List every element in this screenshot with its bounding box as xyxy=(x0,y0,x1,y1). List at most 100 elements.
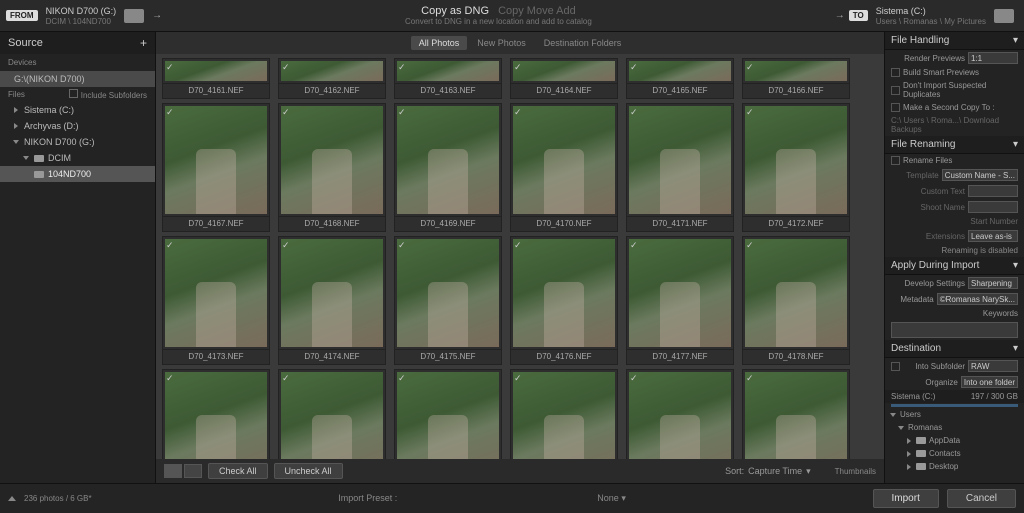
dont-import-duplicates-checkbox[interactable] xyxy=(891,86,900,95)
thumb-checkmark-icon[interactable]: ✓ xyxy=(746,240,754,251)
thumbnail-cell[interactable]: ✓D70_4161.NEF xyxy=(162,58,270,99)
thumbnail-cell[interactable]: ✓D70_4166.NEF xyxy=(742,58,850,99)
thumb-checkmark-icon[interactable]: ✓ xyxy=(166,240,174,251)
thumbnail-grid[interactable]: ✓D70_4161.NEF✓D70_4162.NEF✓D70_4163.NEF✓… xyxy=(156,54,884,459)
into-subfolder-checkbox[interactable] xyxy=(891,362,900,371)
drive-item[interactable]: Archyvas (D:) xyxy=(0,118,155,134)
import-mode-title[interactable]: Copy as DNG xyxy=(421,5,489,17)
thumb-checkmark-icon[interactable]: ✓ xyxy=(514,240,522,251)
thumbnail-image[interactable] xyxy=(281,239,383,347)
uncheck-all-button[interactable]: Uncheck All xyxy=(274,463,343,479)
import-button[interactable]: Import xyxy=(873,489,939,508)
render-previews-select[interactable]: 1:1 xyxy=(968,52,1018,64)
from-location[interactable]: FROM NIKON D700 (G:) DCIM \ 104ND700 → xyxy=(6,6,162,26)
drive-item[interactable]: NIKON D700 (G:) xyxy=(0,134,155,150)
organize-select[interactable]: Into one folder xyxy=(961,376,1018,388)
thumb-checkmark-icon[interactable]: ✓ xyxy=(630,107,638,118)
second-copy-checkbox[interactable] xyxy=(891,103,900,112)
thumbnail-image[interactable] xyxy=(513,239,615,347)
thumb-checkmark-icon[interactable]: ✓ xyxy=(166,107,174,118)
thumb-checkmark-icon[interactable]: ✓ xyxy=(282,107,290,118)
thumb-checkmark-icon[interactable]: ✓ xyxy=(398,107,406,118)
thumbnail-cell[interactable]: ✓D70_4164.NEF xyxy=(510,58,618,99)
thumbnail-image[interactable] xyxy=(513,372,615,459)
thumb-checkmark-icon[interactable]: ✓ xyxy=(630,373,638,384)
thumbnail-image[interactable] xyxy=(165,372,267,459)
thumbnail-cell[interactable]: ✓D70_4168.NEF xyxy=(278,103,386,232)
tree-item-users[interactable]: Users xyxy=(885,408,1024,421)
thumbnail-image[interactable] xyxy=(745,372,847,459)
source-header[interactable]: Source + xyxy=(0,32,155,54)
thumbnail-image[interactable] xyxy=(281,61,383,81)
plus-icon[interactable]: + xyxy=(140,36,147,50)
thumbnail-image[interactable] xyxy=(629,372,731,459)
thumbnail-cell[interactable]: ✓D70_4181.NEF xyxy=(394,369,502,459)
cancel-button[interactable]: Cancel xyxy=(947,489,1016,508)
sort-dropdown[interactable]: Capture Time xyxy=(748,466,802,476)
thumb-checkmark-icon[interactable]: ✓ xyxy=(398,62,406,73)
template-select[interactable]: Custom Name - S... xyxy=(942,169,1018,181)
thumbnail-cell[interactable]: ✓D70_4179.NEF xyxy=(162,369,270,459)
into-subfolder-input[interactable]: RAW xyxy=(968,360,1018,372)
thumbnail-cell[interactable]: ✓D70_4185.NEF xyxy=(742,369,850,459)
thumbnail-image[interactable] xyxy=(629,106,731,214)
thumb-checkmark-icon[interactable]: ✓ xyxy=(282,240,290,251)
file-renaming-header[interactable]: File Renaming▾ xyxy=(885,136,1024,154)
thumbnail-cell[interactable]: ✓D70_4184.NEF xyxy=(626,369,734,459)
custom-text-input[interactable] xyxy=(968,185,1018,197)
import-mode-options[interactable]: Copy Move Add xyxy=(498,5,576,17)
thumbnail-cell[interactable]: ✓D70_4169.NEF xyxy=(394,103,502,232)
thumbnail-cell[interactable]: ✓D70_4175.NEF xyxy=(394,236,502,365)
thumbnail-image[interactable] xyxy=(745,106,847,214)
expand-icon[interactable] xyxy=(8,496,16,501)
destination-header[interactable]: Destination▾ xyxy=(885,340,1024,358)
tree-item-contacts[interactable]: Contacts xyxy=(885,447,1024,460)
file-handling-header[interactable]: File Handling▾ xyxy=(885,32,1024,50)
thumbnail-cell[interactable]: ✓D70_4170.NEF xyxy=(510,103,618,232)
folder-item[interactable]: DCIM xyxy=(0,150,155,166)
drive-item[interactable]: Sistema (C:) xyxy=(0,102,155,118)
thumbnail-cell[interactable]: ✓D70_4173.NEF xyxy=(162,236,270,365)
thumbnail-image[interactable] xyxy=(629,239,731,347)
device-item[interactable]: G:\(NIKON D700) xyxy=(0,71,155,87)
thumbnail-cell[interactable]: ✓D70_4176.NEF xyxy=(510,236,618,365)
thumb-checkmark-icon[interactable]: ✓ xyxy=(398,240,406,251)
thumbnail-image[interactable] xyxy=(397,372,499,459)
folder-item-selected[interactable]: 104ND700 xyxy=(0,166,155,182)
thumb-checkmark-icon[interactable]: ✓ xyxy=(630,62,638,73)
thumbnail-cell[interactable]: ✓D70_4163.NEF xyxy=(394,58,502,99)
thumbnail-cell[interactable]: ✓D70_4162.NEF xyxy=(278,58,386,99)
to-location[interactable]: → TO Sistema (C:) Users \ Romanas \ My P… xyxy=(835,6,1018,26)
tab-all-photos[interactable]: All Photos xyxy=(411,36,468,50)
thumbnail-image[interactable] xyxy=(513,106,615,214)
thumbnail-image[interactable] xyxy=(745,239,847,347)
thumb-checkmark-icon[interactable]: ✓ xyxy=(282,373,290,384)
rename-files-checkbox[interactable] xyxy=(891,156,900,165)
loupe-view-icon[interactable] xyxy=(184,464,202,478)
build-smart-previews-checkbox[interactable] xyxy=(891,68,900,77)
tree-item-desktop[interactable]: Desktop xyxy=(885,460,1024,473)
develop-settings-select[interactable]: Sharpening xyxy=(968,277,1018,289)
thumbnail-cell[interactable]: ✓D70_4172.NEF xyxy=(742,103,850,232)
keywords-input[interactable] xyxy=(891,322,1018,338)
thumb-checkmark-icon[interactable]: ✓ xyxy=(514,373,522,384)
thumbnail-image[interactable] xyxy=(397,106,499,214)
thumbnail-cell[interactable]: ✓D70_4180.NEF xyxy=(278,369,386,459)
thumbnail-image[interactable] xyxy=(513,61,615,81)
tree-item-appdata[interactable]: AppData xyxy=(885,434,1024,447)
tab-destination-folders[interactable]: Destination Folders xyxy=(536,36,630,50)
thumbnail-cell[interactable]: ✓D70_4171.NEF xyxy=(626,103,734,232)
thumbnail-image[interactable] xyxy=(397,61,499,81)
thumb-checkmark-icon[interactable]: ✓ xyxy=(166,62,174,73)
thumbnail-cell[interactable]: ✓D70_4178.NEF xyxy=(742,236,850,365)
thumbnail-cell[interactable]: ✓D70_4165.NEF xyxy=(626,58,734,99)
thumb-checkmark-icon[interactable]: ✓ xyxy=(398,373,406,384)
thumb-checkmark-icon[interactable]: ✓ xyxy=(630,240,638,251)
thumbnail-image[interactable] xyxy=(281,372,383,459)
shoot-name-input[interactable] xyxy=(968,201,1018,213)
thumb-checkmark-icon[interactable]: ✓ xyxy=(166,373,174,384)
thumbnail-image[interactable] xyxy=(397,239,499,347)
metadata-select[interactable]: ©Romanas NarySk... xyxy=(937,293,1018,305)
extensions-select[interactable]: Leave as-is xyxy=(968,230,1018,242)
thumbnail-cell[interactable]: ✓D70_4167.NEF xyxy=(162,103,270,232)
